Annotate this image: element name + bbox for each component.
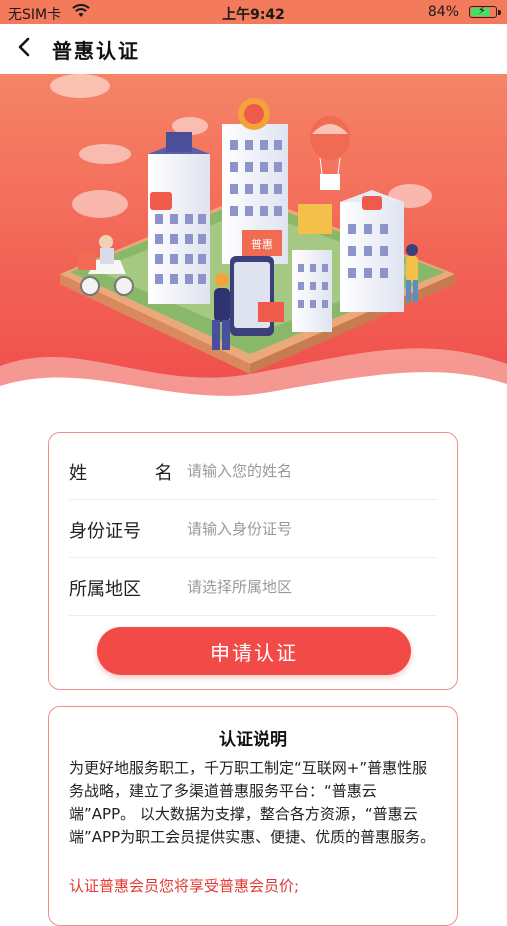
info-body: 为更好地服务职工，千万职工制定“互联网+”普惠性服务战略，建立了多渠道普惠服务平… (69, 759, 436, 846)
certification-info-card: 认证说明 为更好地服务职工，千万职工制定“互联网+”普惠性服务战略，建立了多渠道… (48, 706, 458, 926)
form-row-id: 身份证号 (69, 499, 439, 558)
region-select[interactable] (185, 571, 439, 603)
info-heading: 认证说明 (219, 730, 287, 750)
form-row-name: 姓 名 (69, 441, 439, 500)
id-number-input[interactable] (185, 513, 439, 545)
certification-form: 姓 名 身份证号 所属地区 申请认证 (48, 432, 458, 690)
id-number-label: 身份证号 (69, 521, 141, 542)
info-note: 认证普惠会员您将享受普惠会员价; (69, 877, 300, 895)
banner-illustration: 普惠 (0, 74, 507, 414)
status-bar: 无SIM卡 上午9:42 84% ⚡ (0, 0, 507, 24)
battery-icon: ⚡ (469, 4, 501, 18)
region-label: 所属地区 (69, 579, 141, 600)
page-title: 普惠认证 (52, 39, 140, 63)
nav-bar: 普惠认证 (0, 24, 507, 74)
name-label: 姓 名 (69, 463, 204, 484)
battery-percent: 84% (427, 4, 459, 20)
banner-sign: 普惠 (251, 237, 273, 251)
chevron-left-icon[interactable] (10, 32, 40, 62)
form-row-region: 所属地区 (69, 557, 439, 616)
apply-certification-button[interactable]: 申请认证 (97, 627, 411, 675)
name-input[interactable] (185, 455, 439, 487)
